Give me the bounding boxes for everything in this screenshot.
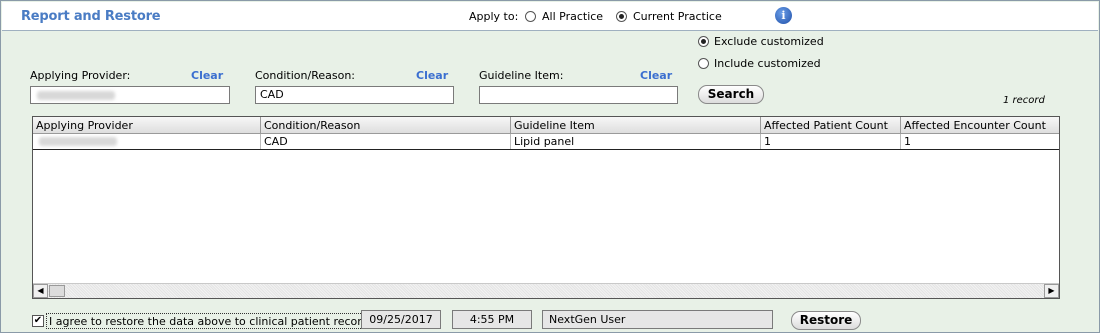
provider-input[interactable] — [30, 86, 230, 104]
scroll-thumb[interactable] — [49, 285, 65, 297]
info-icon[interactable]: i — [775, 7, 792, 24]
scroll-right-icon[interactable]: ▶ — [1044, 284, 1059, 298]
horizontal-scrollbar[interactable]: ◀ ▶ — [33, 283, 1059, 298]
apply-to-label: Apply to: — [469, 10, 519, 23]
table-row[interactable]: CAD Lipid panel 1 1 — [33, 134, 1059, 150]
condition-label: Condition/Reason: — [255, 69, 355, 82]
condition-input[interactable]: CAD — [255, 86, 454, 104]
results-grid: Applying Provider Condition/Reason Guide… — [32, 116, 1060, 299]
agree-checkbox[interactable]: ✔ — [32, 315, 44, 327]
provider-label: Applying Provider: — [30, 69, 131, 82]
report-restore-window: Report and Restore Apply to: All Practic… — [0, 0, 1100, 333]
grid-header: Applying Provider Condition/Reason Guide… — [33, 117, 1059, 134]
cell-encounter-count: 1 — [904, 135, 911, 148]
column-header-guideline[interactable]: Guideline Item — [511, 117, 761, 134]
cell-condition: CAD — [261, 134, 511, 149]
cell-patient-count: 1 — [761, 134, 901, 149]
column-header-patient-count[interactable]: Affected Patient Count — [761, 117, 901, 134]
column-header-provider[interactable]: Applying Provider — [33, 117, 261, 134]
provider-clear-link[interactable]: Clear — [191, 69, 223, 82]
agree-label[interactable]: I agree to restore the data above to cli… — [46, 313, 378, 329]
search-button[interactable]: Search — [698, 85, 764, 104]
record-count: 1 record — [1003, 95, 1045, 106]
time-field: 4:55 PM — [452, 310, 532, 329]
redacted-provider — [37, 91, 115, 100]
include-customized-radio[interactable] — [698, 58, 709, 69]
restore-button[interactable]: Restore — [791, 311, 861, 330]
current-practice-label[interactable]: Current Practice — [633, 10, 722, 23]
column-header-encounter-count[interactable]: Affected Encounter Count — [901, 117, 1059, 134]
date-field: 09/25/2017 — [361, 310, 441, 329]
exclude-customized-label[interactable]: Exclude customized — [714, 35, 824, 48]
guideline-label: Guideline Item: — [479, 69, 564, 82]
include-customized-label[interactable]: Include customized — [714, 57, 821, 70]
exclude-customized-radio[interactable] — [698, 36, 709, 47]
column-header-condition[interactable]: Condition/Reason — [261, 117, 511, 134]
all-practice-label[interactable]: All Practice — [542, 10, 603, 23]
guideline-clear-link[interactable]: Clear — [640, 69, 672, 82]
current-practice-radio[interactable] — [616, 11, 627, 22]
title-bar: Report and Restore Apply to: All Practic… — [2, 2, 1098, 31]
scroll-left-icon[interactable]: ◀ — [33, 284, 48, 298]
cell-guideline: Lipid panel — [511, 134, 761, 149]
all-practice-radio[interactable] — [525, 11, 536, 22]
condition-clear-link[interactable]: Clear — [416, 69, 448, 82]
redacted-provider — [39, 137, 117, 146]
user-field: NextGen User — [542, 310, 773, 329]
page-title: Report and Restore — [21, 9, 161, 24]
guideline-input[interactable] — [479, 86, 678, 104]
